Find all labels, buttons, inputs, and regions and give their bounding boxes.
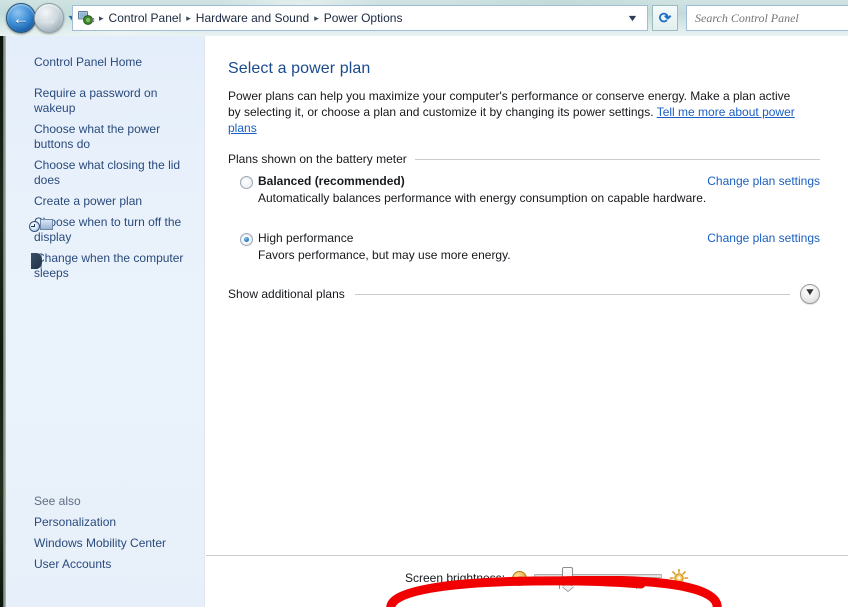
sidebar-item-label: Change when the computer sleeps bbox=[34, 251, 183, 280]
sidebar-spacer bbox=[6, 73, 204, 83]
window-body: Control Panel Home Require a password on… bbox=[0, 36, 848, 607]
sidebar-item-choose-what-power-buttons-do[interactable]: Choose what the power buttons do bbox=[6, 119, 204, 155]
change-plan-settings-balanced[interactable]: Change plan settings bbox=[707, 174, 820, 188]
show-additional-plans-label: Show additional plans bbox=[228, 287, 345, 301]
see-also-header: See also bbox=[6, 491, 204, 512]
change-plan-settings-high-performance[interactable]: Change plan settings bbox=[707, 231, 820, 245]
group-header-rule bbox=[415, 159, 820, 160]
plan-name-high-performance: High performance bbox=[258, 231, 353, 245]
refresh-button[interactable]: ⟳ bbox=[652, 5, 678, 31]
low-brightness-icon bbox=[512, 571, 527, 586]
brightness-slider-track[interactable] bbox=[534, 574, 662, 578]
navigation-buttons: ← → ▼ bbox=[6, 3, 77, 33]
breadcrumb-hardware-and-sound[interactable]: Hardware and Sound bbox=[192, 9, 313, 27]
power-options-window: ← → ▼ ▸ Control Panel ▸ Hardware bbox=[0, 0, 848, 607]
screen-brightness-control[interactable]: Screen brightness: bbox=[405, 564, 705, 592]
sidebar-item-choose-when-to-turn-off-display[interactable]: Choose when to turn off the display bbox=[6, 212, 204, 248]
screen-brightness-label: Screen brightness: bbox=[405, 571, 505, 585]
plan-row-balanced[interactable]: Balanced (recommended) Automatically bal… bbox=[228, 174, 820, 205]
breadcrumb-control-panel[interactable]: Control Panel bbox=[105, 9, 186, 27]
back-arrow-icon: ← bbox=[13, 10, 30, 27]
breadcrumb-power-options[interactable]: Power Options bbox=[320, 9, 407, 27]
page-title: Select a power plan bbox=[228, 60, 820, 78]
forward-arrow-icon: → bbox=[41, 10, 58, 27]
explorer-address-bar-chrome: ← → ▼ ▸ Control Panel ▸ Hardware bbox=[0, 0, 848, 36]
search-input[interactable] bbox=[695, 11, 848, 26]
address-bar[interactable]: ▸ Control Panel ▸ Hardware and Sound ▸ P… bbox=[72, 5, 648, 31]
brightness-slider[interactable] bbox=[534, 567, 662, 589]
plan-row-high-performance[interactable]: High performance Favors performance, but… bbox=[228, 231, 820, 262]
show-additional-plans-row[interactable]: Show additional plans ▼ bbox=[228, 284, 820, 304]
sidebar-item-label: Choose when to turn off the display bbox=[34, 215, 181, 244]
radio-high-performance[interactable] bbox=[240, 233, 253, 246]
sidebar-item-user-accounts[interactable]: User Accounts bbox=[6, 554, 204, 575]
high-brightness-icon bbox=[669, 568, 689, 588]
show-additional-rule bbox=[355, 294, 790, 295]
brightness-slider-ticks bbox=[534, 584, 662, 590]
search-box[interactable] bbox=[686, 5, 848, 31]
slider-tick bbox=[636, 584, 637, 589]
bottom-divider bbox=[206, 555, 848, 556]
sidebar-item-personalization[interactable]: Personalization bbox=[6, 512, 204, 533]
address-dropdown-chevron-down-icon[interactable]: ▼ bbox=[615, 13, 650, 23]
plans-spacer bbox=[228, 211, 820, 231]
show-additional-plans-button[interactable]: ▼ bbox=[800, 284, 820, 304]
back-button[interactable]: ← bbox=[6, 3, 36, 33]
forward-button[interactable]: → bbox=[34, 3, 64, 33]
chevron-down-icon: ▼ bbox=[804, 288, 816, 298]
window-left-edge-dark bbox=[0, 36, 3, 607]
radio-balanced[interactable] bbox=[240, 176, 253, 189]
plan-description-high-performance: Favors performance, but may use more ene… bbox=[258, 248, 820, 262]
see-also-section: See also Personalization Windows Mobilit… bbox=[6, 491, 204, 575]
sidebar-item-create-a-power-plan[interactable]: Create a power plan bbox=[6, 191, 204, 212]
sidebar-item-change-when-computer-sleeps[interactable]: Change when the computer sleeps bbox=[6, 248, 204, 284]
sidebar-item-require-password-on-wakeup[interactable]: Require a password on wakeup bbox=[6, 83, 204, 119]
plans-group-header-label: Plans shown on the battery meter bbox=[228, 152, 407, 166]
tasks-sidebar: Control Panel Home Require a password on… bbox=[6, 36, 205, 607]
intro-paragraph: Power plans can help you maximize your c… bbox=[228, 88, 806, 136]
sidebar-item-choose-what-closing-lid-does[interactable]: Choose what closing the lid does bbox=[6, 155, 204, 191]
sidebar-item-windows-mobility-center[interactable]: Windows Mobility Center bbox=[6, 533, 204, 554]
control-panel-icon bbox=[77, 9, 95, 27]
refresh-icon: ⟳ bbox=[659, 11, 672, 26]
slider-tick bbox=[559, 584, 560, 589]
main-content: Select a power plan Power plans can help… bbox=[206, 36, 848, 607]
plans-group-header: Plans shown on the battery meter bbox=[228, 152, 820, 166]
plan-description-balanced: Automatically balances performance with … bbox=[258, 191, 820, 205]
moon-icon bbox=[40, 253, 42, 269]
sidebar-item-control-panel-home[interactable]: Control Panel Home bbox=[6, 52, 204, 73]
plan-name-balanced: Balanced (recommended) bbox=[258, 174, 405, 188]
